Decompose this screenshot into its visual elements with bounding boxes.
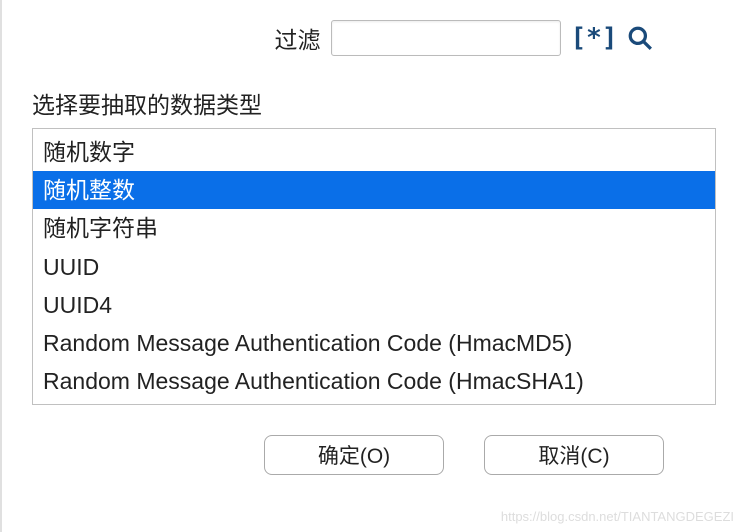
watermark: https://blog.csdn.net/TIANTANGDEGEZI	[501, 509, 734, 524]
data-type-listbox[interactable]: 随机数字 随机整数 随机字符串 UUID UUID4 Random Messag…	[32, 128, 716, 405]
list-item[interactable]: 随机字符串	[33, 209, 715, 247]
regex-icon[interactable]: [*]	[571, 23, 618, 53]
filter-row: 过滤 [*]	[32, 20, 716, 56]
section-label: 选择要抽取的数据类型	[32, 86, 716, 120]
search-icon[interactable]	[627, 25, 653, 51]
filter-input[interactable]	[331, 20, 561, 56]
list-item[interactable]: UUID4	[33, 286, 715, 324]
cancel-button[interactable]: 取消(C)	[484, 435, 664, 475]
ok-button[interactable]: 确定(O)	[264, 435, 444, 475]
list-item[interactable]: Random Message Authentication Code (Hmac…	[33, 362, 715, 400]
list-item[interactable]: UUID	[33, 248, 715, 286]
filter-label: 过滤	[275, 21, 321, 55]
dialog-content: 过滤 [*] 选择要抽取的数据类型 随机数字 随机整数 随机字符串 UUID U…	[2, 0, 746, 495]
list-item[interactable]: 随机数字	[33, 133, 715, 171]
list-item[interactable]: Random Message Authentication Code (Hmac…	[33, 324, 715, 362]
list-item[interactable]: 随机整数	[33, 171, 715, 209]
button-row: 确定(O) 取消(C)	[32, 435, 716, 475]
